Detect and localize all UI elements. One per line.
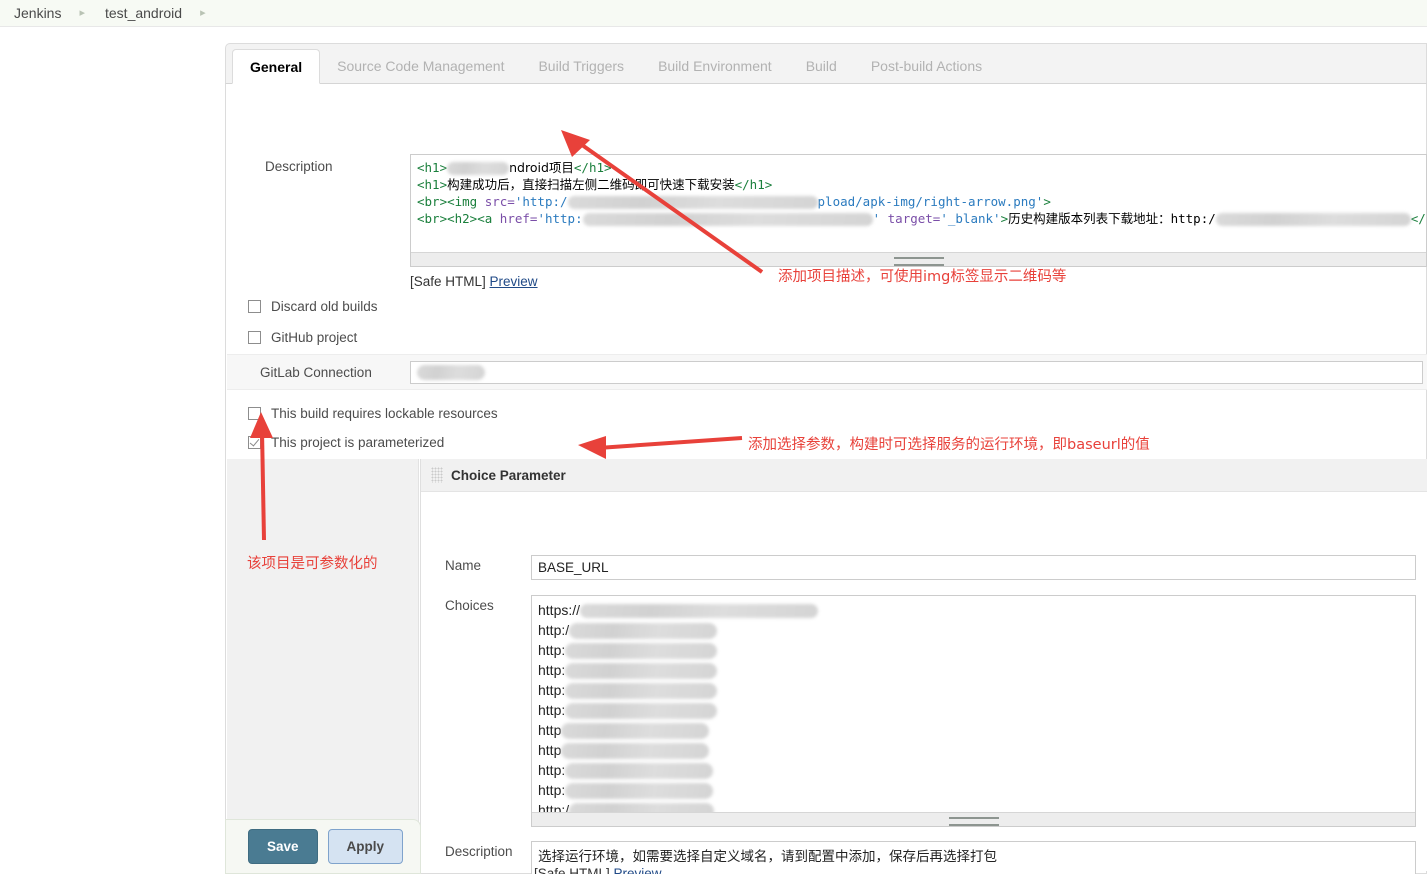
annotation-description: 添加项目描述，可使用img标签显示二维码等 bbox=[778, 269, 1067, 285]
checkbox-row-github-project[interactable]: GitHub project bbox=[248, 330, 357, 345]
config-tabbar: General Source Code Management Build Tri… bbox=[225, 43, 1427, 84]
drag-handle-icon[interactable] bbox=[431, 467, 443, 483]
breadcrumb-item-jenkins[interactable]: Jenkins bbox=[10, 5, 65, 21]
choice-line: http: bbox=[532, 660, 1415, 680]
tab-build-triggers[interactable]: Build Triggers bbox=[521, 49, 641, 83]
discard-old-builds-label: Discard old builds bbox=[271, 299, 378, 314]
tab-source-code-management[interactable]: Source Code Management bbox=[320, 49, 521, 83]
redacted-text bbox=[447, 162, 510, 175]
lockable-resources-checkbox[interactable] bbox=[248, 407, 261, 420]
redacted-url bbox=[561, 723, 710, 740]
choice-line: http:/ bbox=[532, 620, 1415, 640]
choice-line: https:// bbox=[532, 600, 1415, 620]
description-safe-html-note: [Safe HTML] Preview bbox=[410, 274, 538, 289]
gitlab-connection-redacted-value bbox=[417, 364, 485, 380]
safe-html-label: [Safe HTML] bbox=[410, 274, 486, 289]
choice-line: http bbox=[532, 740, 1415, 760]
save-button[interactable]: Save bbox=[248, 829, 318, 864]
project-parameterized-label: This project is parameterized bbox=[271, 435, 445, 450]
checkbox-row-discard-old-builds[interactable]: Discard old builds bbox=[248, 299, 378, 314]
parameter-name-label: Name bbox=[445, 558, 482, 573]
redacted-text bbox=[1215, 213, 1411, 226]
choice-line: http: bbox=[532, 760, 1415, 780]
breadcrumb-separator-icon: ▸ bbox=[79, 6, 85, 19]
project-parameterized-checkbox[interactable] bbox=[248, 436, 261, 449]
redacted-url bbox=[565, 763, 714, 780]
preview-link[interactable]: Preview bbox=[490, 274, 538, 289]
breadcrumb-separator-icon-2: ▸ bbox=[200, 6, 206, 19]
gitlab-connection-label: GitLab Connection bbox=[260, 364, 372, 380]
redacted-url bbox=[565, 663, 718, 680]
form-button-bar: Save Apply bbox=[225, 819, 421, 874]
parameter-preview-link[interactable]: Preview bbox=[614, 866, 662, 874]
choice-line: http: bbox=[532, 680, 1415, 700]
parameter-name-input[interactable] bbox=[531, 555, 1416, 580]
choice-line: http: bbox=[532, 780, 1415, 800]
tab-build-environment[interactable]: Build Environment bbox=[641, 49, 789, 83]
config-panel: General Source Code Management Build Tri… bbox=[225, 43, 1427, 874]
redacted-url bbox=[569, 623, 718, 640]
tab-build[interactable]: Build bbox=[789, 49, 854, 83]
tab-post-build-actions[interactable]: Post-build Actions bbox=[854, 49, 999, 83]
parameter-choices-label: Choices bbox=[445, 598, 494, 613]
parameter-choices-textarea[interactable]: https://http:/http: http: http: http: http ht… bbox=[531, 595, 1416, 827]
redacted-url bbox=[561, 743, 710, 760]
choices-list: https://http:/http: http: http: http: http ht… bbox=[532, 596, 1415, 820]
choices-resize-grip[interactable] bbox=[532, 812, 1415, 826]
redacted-url bbox=[565, 783, 714, 800]
github-project-label: GitHub project bbox=[271, 330, 358, 345]
redacted-url bbox=[565, 643, 718, 660]
parameter-description-value: 选择运行环境，如需要选择自定义域名，请到配置中添加，保存后再选择打包 bbox=[538, 849, 997, 864]
parameter-name-row: Name bbox=[421, 555, 1427, 580]
redacted-text bbox=[567, 196, 818, 209]
lockable-resources-label: This build requires lockable resources bbox=[271, 406, 498, 421]
description-textarea[interactable]: <h1> ndroid项目</h1> <h1>构建成功后，直接扫描左侧二维码即可快速… bbox=[410, 154, 1427, 267]
breadcrumb: Jenkins ▸ test_android ▸ bbox=[0, 0, 1427, 27]
jenkins-config-page: Jenkins ▸ test_android ▸ General Source … bbox=[0, 0, 1427, 874]
redacted-url bbox=[580, 604, 819, 619]
parameter-description-textarea[interactable]: 选择运行环境，如需要选择自定义域名，请到配置中添加，保存后再选择打包 bbox=[531, 841, 1416, 874]
description-label: Description bbox=[265, 159, 333, 174]
apply-button[interactable]: Apply bbox=[327, 829, 404, 864]
choice-line: http bbox=[532, 720, 1415, 740]
parameter-safe-html-label: [Safe HTML] bbox=[534, 866, 610, 874]
github-project-checkbox[interactable] bbox=[248, 331, 261, 344]
gitlab-connection-row: GitLab Connection bbox=[227, 354, 1427, 390]
choice-parameter-title: Choice Parameter bbox=[451, 467, 566, 483]
redacted-text bbox=[582, 213, 873, 226]
general-form: Description <h1> ndroid项目</h1> <h1>构建成功后，直… bbox=[225, 84, 1427, 874]
redacted-url bbox=[565, 703, 718, 720]
gitlab-connection-select[interactable] bbox=[410, 360, 1423, 384]
choice-parameter-panel: Choice Parameter Name Choices https://ht… bbox=[420, 459, 1427, 874]
checkbox-row-lockable-resources[interactable]: This build requires lockable resources bbox=[248, 406, 498, 421]
breadcrumb-item-test-android[interactable]: test_android bbox=[101, 5, 186, 21]
redacted-url bbox=[565, 683, 718, 700]
choice-parameter-header: Choice Parameter bbox=[421, 459, 1427, 492]
description-code-content: <h1> ndroid项目</h1> <h1>构建成功后，直接扫描左侧二维码即可快速… bbox=[417, 160, 1426, 226]
parameter-left-gutter bbox=[227, 459, 419, 871]
parameter-safe-html-note: [Safe HTML] Preview bbox=[534, 866, 662, 874]
parameter-description-label: Description bbox=[445, 844, 513, 859]
discard-old-builds-checkbox[interactable] bbox=[248, 300, 261, 313]
tab-general[interactable]: General bbox=[232, 49, 321, 84]
textarea-resize-grip[interactable] bbox=[411, 252, 1426, 266]
parameter-choices-row: Choices https://http:/http: http: http: htt… bbox=[421, 595, 1427, 827]
checkbox-row-project-parameterized[interactable]: This project is parameterized bbox=[248, 435, 444, 450]
choice-line: http: bbox=[532, 640, 1415, 660]
choice-line: http: bbox=[532, 700, 1415, 720]
annotation-choice-parameter: 添加选择参数，构建时可选择服务的运行环境，即baseurl的值 bbox=[748, 437, 1150, 453]
annotation-parameterized: 该项目是可参数化的 bbox=[247, 556, 378, 572]
